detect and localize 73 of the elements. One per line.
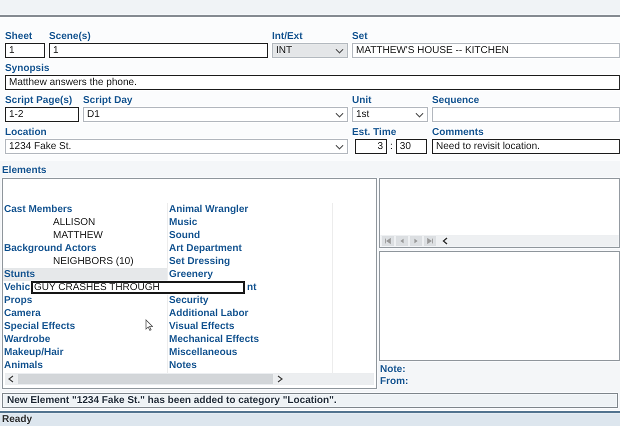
category-item[interactable]: Miscellaneous (168, 346, 238, 359)
category-item[interactable]: Wardrobe (3, 333, 50, 346)
chevron-icon (335, 144, 344, 150)
scroll-left-icon[interactable] (8, 375, 14, 383)
synopsis-field[interactable]: Matthew answers the phone. (5, 75, 620, 90)
unit-dropdown[interactable]: 1st (352, 107, 428, 122)
element-input-field[interactable]: GUY CRASHES THROUGH (31, 281, 245, 294)
chevron-icon (415, 112, 424, 118)
category-item[interactable]: Sound (168, 229, 200, 242)
minutes-field[interactable]: 30 (396, 139, 427, 154)
section-title: Elements (2, 165, 48, 177)
script-pages-field[interactable]: 1-2 (5, 107, 79, 122)
category-item[interactable]: Music (168, 216, 198, 229)
nav-button[interactable] (382, 236, 394, 246)
category-item[interactable]: Animal Wrangler (168, 203, 248, 216)
from-label: From: (380, 376, 410, 388)
field-label: Script Page(s) (5, 95, 74, 107)
skip-back-icon (384, 237, 392, 245)
nav-button[interactable] (396, 236, 408, 246)
category-item[interactable]: Mechanical Effects (168, 333, 260, 346)
next-icon (412, 237, 420, 245)
previous-icon (398, 237, 406, 245)
category-item[interactable]: Art Department (168, 242, 242, 255)
sequence-field[interactable] (432, 107, 620, 122)
mouse-pointer-icon (145, 319, 153, 331)
category-item[interactable]: Greenery (168, 268, 213, 281)
element-item[interactable]: MATTHEW (3, 229, 103, 242)
field-label: Scene(s) (49, 31, 92, 43)
field-label: Unit (352, 95, 372, 107)
nav-button[interactable] (424, 236, 436, 246)
sheet-field[interactable]: 1 (5, 43, 45, 58)
category-item[interactable]: Visual Effects (168, 320, 234, 333)
chevron-icon (335, 112, 344, 118)
field-label: Script Day (83, 95, 134, 107)
category-item[interactable]: Notes (168, 359, 197, 372)
category-item[interactable]: Camera (3, 307, 41, 320)
horizontal-scrollbar[interactable] (5, 373, 374, 385)
field-label: Sheet (5, 31, 34, 43)
category-item[interactable]: Vehic (3, 281, 30, 294)
field-label: Est. Time (352, 127, 398, 139)
field-label: Set (352, 31, 369, 43)
message-bar: New Element "1234 Fake St." has been added to category "Location". (2, 393, 618, 408)
comments-field[interactable]: Need to revisit location. (432, 139, 620, 154)
note-label: Note: (380, 364, 407, 376)
set-field[interactable]: MATTHEW'S HOUSE -- KITCHEN (352, 43, 620, 58)
field-label: Synopsis (5, 63, 50, 75)
hours-field[interactable]: 3 (355, 139, 387, 154)
category-item[interactable]: Background Actors (3, 242, 96, 255)
scenes-field[interactable]: 1 (49, 43, 268, 58)
category-item[interactable]: Security (168, 294, 208, 307)
field-label: Sequence (432, 95, 480, 107)
location-dropdown[interactable]: 1234 Fake St. (5, 139, 348, 154)
element-item[interactable]: NEIGHBORS (10) (3, 255, 134, 268)
category-item[interactable]: Stunts (3, 268, 167, 281)
chevron-icon (335, 48, 344, 54)
script-day-dropdown[interactable]: D1 (83, 107, 348, 122)
category-item[interactable]: Animals (3, 359, 43, 372)
field-label: Int/Ext (272, 31, 304, 43)
time-separator: : (390, 140, 393, 152)
category-item[interactable]: Special Effects (3, 320, 76, 333)
scroll-right-icon[interactable] (277, 375, 283, 383)
status-bar: Ready (0, 411, 620, 426)
category-item[interactable]: Set Dressing (168, 255, 230, 268)
category-item[interactable]: Props (3, 294, 32, 307)
category-item[interactable]: nt (246, 281, 256, 294)
category-item[interactable]: Cast Members (3, 203, 72, 216)
element-item[interactable]: ALLISON (3, 216, 96, 229)
field-label: Location (5, 127, 48, 139)
field-label: Comments (432, 127, 485, 139)
skip-forward-icon (426, 237, 434, 245)
category-item[interactable]: Additional Labor (168, 307, 248, 320)
category-item[interactable]: Makeup/Hair (3, 346, 64, 359)
nav-button[interactable] (410, 236, 422, 246)
